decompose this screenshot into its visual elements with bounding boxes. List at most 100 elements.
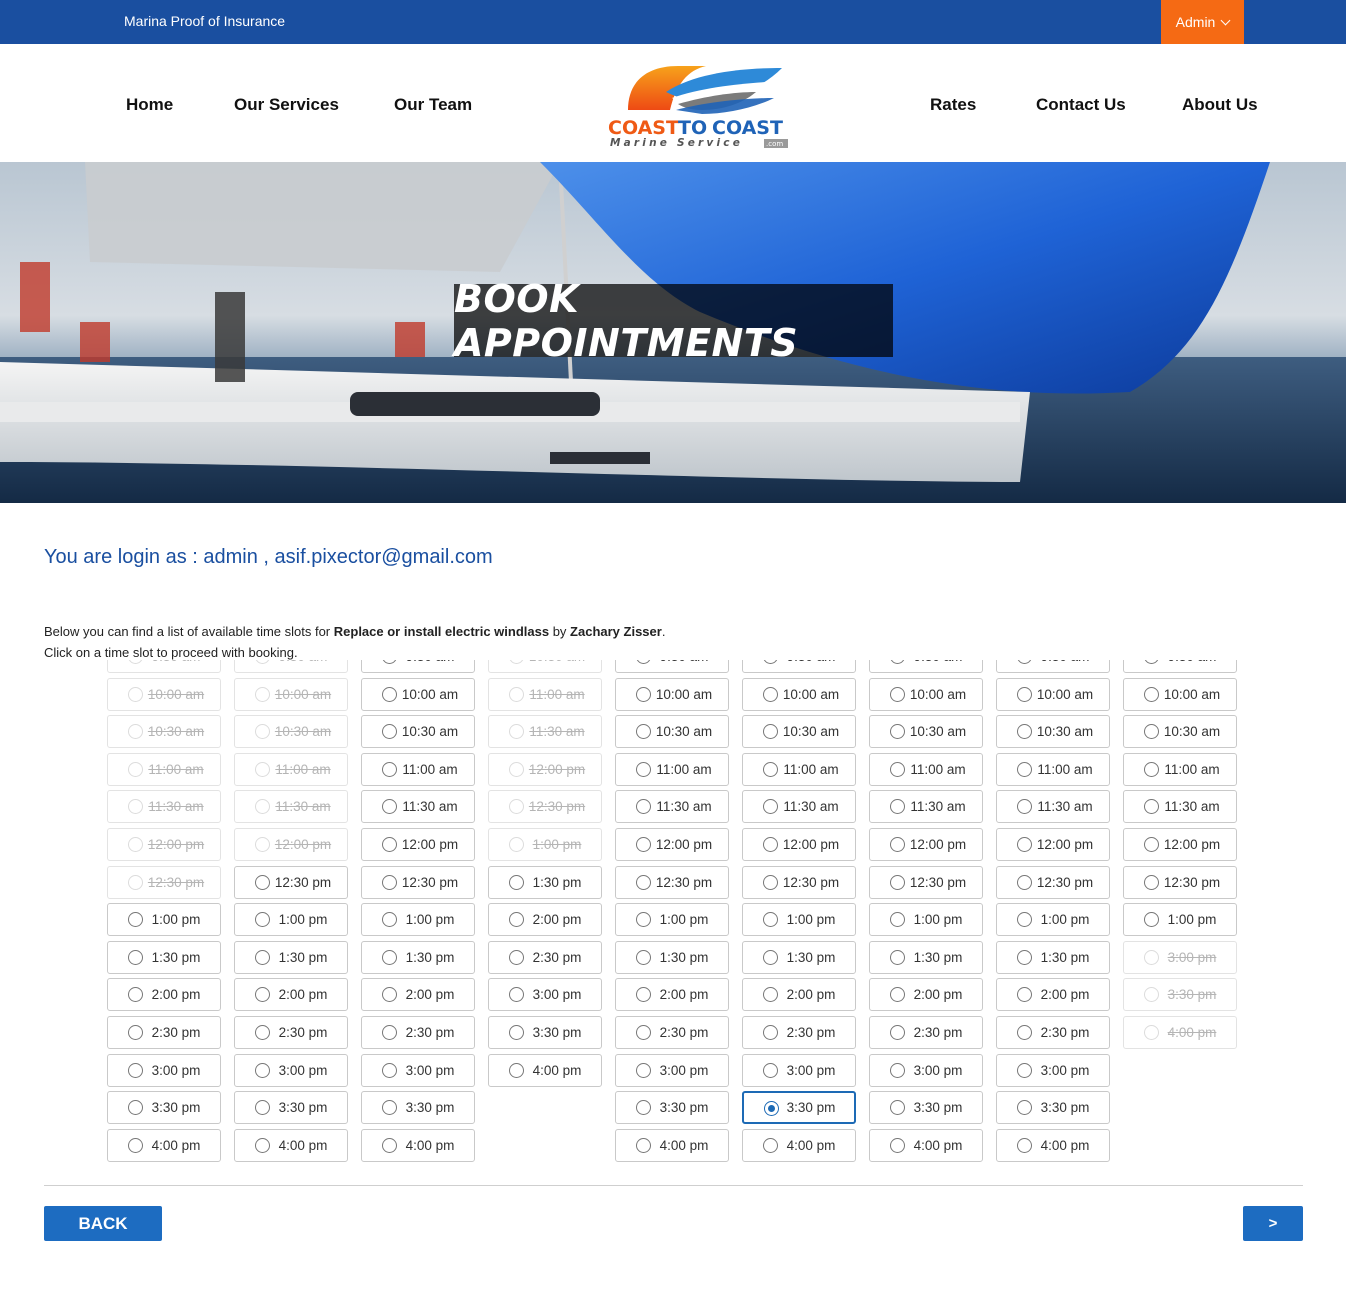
time-slot[interactable]: 11:00 am (615, 753, 729, 786)
time-slot[interactable]: 12:30 pm (234, 866, 348, 899)
time-slot[interactable]: 9:30 am (1123, 660, 1237, 673)
time-slot[interactable]: 1:30 pm (615, 941, 729, 974)
time-slot[interactable]: 2:30 pm (742, 1016, 856, 1049)
time-slot[interactable]: 3:00 pm (107, 1054, 221, 1087)
nav-about-us[interactable]: About Us (1182, 95, 1258, 115)
time-slot[interactable]: 1:00 pm (615, 903, 729, 936)
time-slot[interactable]: 11:00 am (742, 753, 856, 786)
time-slot[interactable]: 2:30 pm (869, 1016, 983, 1049)
time-slot[interactable]: 1:30 pm (742, 941, 856, 974)
time-slot[interactable]: 12:30 pm (742, 866, 856, 899)
time-slot[interactable]: 12:30 pm (869, 866, 983, 899)
time-slot[interactable]: 2:00 pm (361, 978, 475, 1011)
time-slot[interactable]: 1:30 pm (869, 941, 983, 974)
time-slot[interactable]: 3:00 pm (234, 1054, 348, 1087)
time-slot[interactable]: 3:30 pm (488, 1016, 602, 1049)
nav-our-team[interactable]: Our Team (394, 95, 472, 115)
time-slot[interactable]: 11:30 am (996, 790, 1110, 823)
time-slot[interactable]: 4:00 pm (615, 1129, 729, 1162)
next-button[interactable]: > (1243, 1206, 1303, 1241)
time-slot[interactable]: 11:30 am (869, 790, 983, 823)
time-slot[interactable]: 3:00 pm (361, 1054, 475, 1087)
time-slot[interactable]: 12:00 pm (615, 828, 729, 861)
time-slot[interactable]: 1:00 pm (107, 903, 221, 936)
time-slot[interactable]: 4:00 pm (869, 1129, 983, 1162)
time-slot[interactable]: 10:30 am (615, 715, 729, 748)
time-slot[interactable]: 10:00 am (1123, 678, 1237, 711)
time-slot[interactable]: 1:00 pm (996, 903, 1110, 936)
time-slot[interactable]: 2:30 pm (361, 1016, 475, 1049)
time-slot[interactable]: 12:30 pm (996, 866, 1110, 899)
nav-home[interactable]: Home (126, 95, 173, 115)
time-slot[interactable]: 1:30 pm (234, 941, 348, 974)
time-slot[interactable]: 1:00 pm (869, 903, 983, 936)
time-slot[interactable]: 11:30 am (742, 790, 856, 823)
time-slot[interactable]: 3:00 pm (742, 1054, 856, 1087)
time-slot[interactable]: 10:00 am (742, 678, 856, 711)
site-logo[interactable]: COAST TO COAST Marine Service .com (606, 62, 792, 152)
time-slot[interactable]: 10:00 am (361, 678, 475, 711)
time-slot[interactable]: 11:30 am (1123, 790, 1237, 823)
time-slot[interactable]: 10:30 am (361, 715, 475, 748)
time-slot[interactable]: 10:30 am (742, 715, 856, 748)
time-slot[interactable]: 2:30 pm (107, 1016, 221, 1049)
time-slot[interactable]: 10:30 am (869, 715, 983, 748)
time-slot[interactable]: 2:30 pm (234, 1016, 348, 1049)
time-slot[interactable]: 11:00 am (1123, 753, 1237, 786)
time-slot[interactable]: 1:00 pm (742, 903, 856, 936)
time-slot[interactable]: 11:00 am (996, 753, 1110, 786)
time-slot[interactable]: 4:00 pm (234, 1129, 348, 1162)
time-slot[interactable]: 10:00 am (615, 678, 729, 711)
time-slot[interactable]: 12:00 pm (869, 828, 983, 861)
time-slot[interactable]: 3:30 pm (234, 1091, 348, 1124)
time-slot[interactable]: 3:00 pm (869, 1054, 983, 1087)
time-slot[interactable]: 9:30 am (869, 660, 983, 673)
time-slot[interactable]: 2:30 pm (488, 941, 602, 974)
time-slot[interactable]: 4:00 pm (107, 1129, 221, 1162)
time-slot[interactable]: 3:30 pm (869, 1091, 983, 1124)
time-slot[interactable]: 2:00 pm (615, 978, 729, 1011)
admin-menu-button[interactable]: Admin (1161, 0, 1244, 44)
time-slot[interactable]: 11:00 am (361, 753, 475, 786)
time-slot[interactable]: 10:30 am (1123, 715, 1237, 748)
time-slot[interactable]: 2:00 pm (488, 903, 602, 936)
time-slot[interactable]: 3:30 pm (361, 1091, 475, 1124)
time-slot[interactable]: 12:30 pm (361, 866, 475, 899)
time-slot[interactable]: 2:00 pm (234, 978, 348, 1011)
time-slot[interactable]: 3:30 pm (742, 1091, 856, 1124)
time-slot[interactable]: 4:00 pm (996, 1129, 1110, 1162)
time-slot[interactable]: 1:00 pm (234, 903, 348, 936)
time-slot[interactable]: 12:30 pm (1123, 866, 1237, 899)
time-slot[interactable]: 12:30 pm (615, 866, 729, 899)
time-slot[interactable]: 2:00 pm (742, 978, 856, 1011)
time-slot[interactable]: 12:00 pm (361, 828, 475, 861)
time-slot[interactable]: 12:00 pm (996, 828, 1110, 861)
time-slot[interactable]: 9:30 am (615, 660, 729, 673)
time-slot[interactable]: 11:00 am (869, 753, 983, 786)
time-slot[interactable]: 2:30 pm (996, 1016, 1110, 1049)
time-slot[interactable]: 3:00 pm (615, 1054, 729, 1087)
time-slot[interactable]: 10:00 am (996, 678, 1110, 711)
nav-contact-us[interactable]: Contact Us (1036, 95, 1126, 115)
time-slot[interactable]: 12:00 pm (742, 828, 856, 861)
time-slot[interactable]: 4:00 pm (361, 1129, 475, 1162)
time-slot[interactable]: 9:30 am (996, 660, 1110, 673)
time-slot[interactable]: 1:30 pm (361, 941, 475, 974)
time-slot[interactable]: 9:30 am (361, 660, 475, 673)
time-slot[interactable]: 3:00 pm (996, 1054, 1110, 1087)
time-slot[interactable]: 1:30 pm (996, 941, 1110, 974)
time-slot[interactable]: 1:30 pm (488, 866, 602, 899)
time-slot[interactable]: 12:00 pm (1123, 828, 1237, 861)
nav-our-services[interactable]: Our Services (234, 95, 339, 115)
time-slot[interactable]: 3:30 pm (996, 1091, 1110, 1124)
nav-rates[interactable]: Rates (930, 95, 976, 115)
time-slot[interactable]: 3:00 pm (488, 978, 602, 1011)
time-slot[interactable]: 3:30 pm (615, 1091, 729, 1124)
back-button[interactable]: BACK (44, 1206, 162, 1241)
time-slot[interactable]: 1:30 pm (107, 941, 221, 974)
time-slot[interactable]: 2:30 pm (615, 1016, 729, 1049)
time-slot[interactable]: 1:00 pm (361, 903, 475, 936)
time-slot[interactable]: 3:30 pm (107, 1091, 221, 1124)
time-slot[interactable]: 9:30 am (742, 660, 856, 673)
time-slot[interactable]: 1:00 pm (1123, 903, 1237, 936)
